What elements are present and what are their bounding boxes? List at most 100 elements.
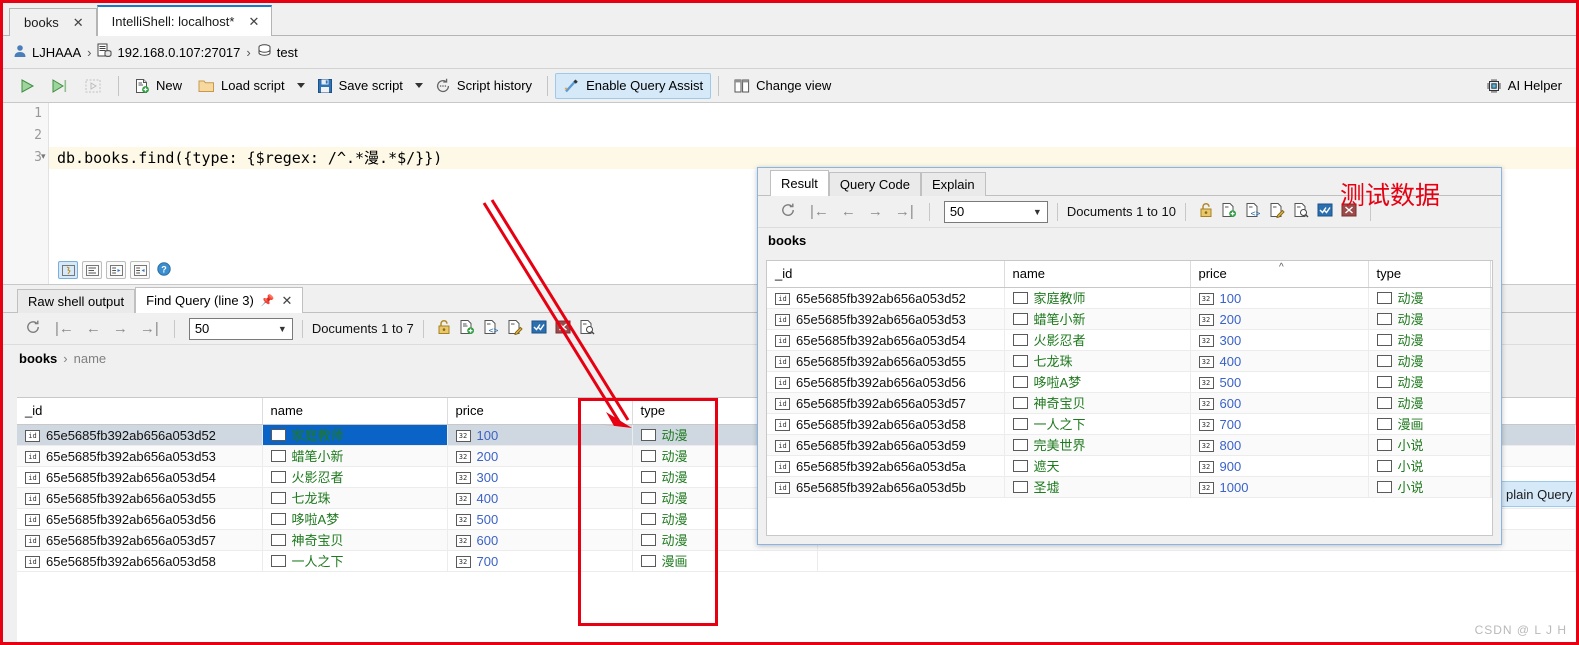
table-cell-price[interactable]: 32 100	[1190, 287, 1369, 309]
table-cell-type[interactable]: 动漫	[1368, 350, 1491, 372]
table-cell-name[interactable]: 蜡笔小新	[1004, 308, 1191, 330]
table-cell-name[interactable]: 七龙珠	[262, 487, 448, 509]
table-cell-name[interactable]: 哆啦A梦	[262, 508, 448, 530]
table-cell-_id[interactable]: id 65e5685fb392ab656a053d58	[767, 413, 1005, 435]
lock-icon[interactable]	[1195, 202, 1217, 221]
close-icon[interactable]: ✕	[73, 16, 84, 29]
first-page-icon[interactable]: |←	[804, 203, 835, 220]
table-cell-type[interactable]: 漫画	[632, 550, 818, 572]
table-cell-price[interactable]: 32 700	[447, 550, 633, 572]
result-float-window[interactable]: Result Query Code Explain |← ← → →| 50 ▼	[757, 167, 1502, 545]
table-cell-price[interactable]: 32 300	[1190, 329, 1369, 351]
table-cell-name[interactable]: 神奇宝贝	[1004, 392, 1191, 414]
align-left-icon[interactable]	[82, 261, 102, 279]
breadcrumb-collection[interactable]: books	[19, 351, 57, 366]
table-cell-price[interactable]: 32 300	[447, 466, 633, 488]
tab-explain[interactable]: Explain	[920, 172, 986, 196]
help-icon[interactable]: ?	[157, 261, 171, 279]
change-view-button[interactable]: Change view	[726, 73, 839, 99]
table-cell-name[interactable]: 一人之下	[1004, 413, 1191, 435]
table-row[interactable]: id 65e5685fb392ab656a053d52 家庭教师 32 100 动漫	[767, 287, 1492, 309]
table-row[interactable]: id 65e5685fb392ab656a053d59 完美世界 32 800 小说	[767, 434, 1492, 456]
table-cell-type[interactable]: 漫画	[1368, 413, 1491, 435]
table-cell-_id[interactable]: id 65e5685fb392ab656a053d57	[17, 529, 263, 551]
step-button[interactable]	[77, 73, 111, 99]
tab-find-query[interactable]: Find Query (line 3) 📌 ✕	[135, 287, 304, 313]
table-cell-_id[interactable]: id 65e5685fb392ab656a053d5a	[767, 455, 1005, 477]
column-header-id[interactable]: _id	[17, 398, 263, 425]
last-page-icon[interactable]: →|	[889, 203, 920, 220]
table-cell-_id[interactable]: id 65e5685fb392ab656a053d56	[767, 371, 1005, 393]
table-row[interactable]: id 65e5685fb392ab656a053d5a 遮天 32 900 小说	[767, 455, 1492, 477]
find-document-icon[interactable]	[575, 319, 599, 338]
column-header-price[interactable]: price	[447, 398, 633, 425]
breadcrumb-database[interactable]: test	[277, 45, 298, 60]
table-cell-name[interactable]: 一人之下	[262, 550, 448, 572]
load-script-button[interactable]: Load script	[190, 73, 293, 99]
table-cell-price[interactable]: 32 500	[447, 508, 633, 530]
column-header-id[interactable]: _id	[767, 261, 1005, 288]
prev-page-icon[interactable]: ←	[80, 320, 107, 337]
refresh-icon[interactable]	[772, 202, 804, 221]
table-cell-type[interactable]: 动漫	[1368, 308, 1491, 330]
table-cell-name[interactable]: 家庭教师	[262, 424, 448, 446]
indent-left-icon[interactable]	[130, 261, 150, 279]
table-cell-name[interactable]: 哆啦A梦	[1004, 371, 1191, 393]
breadcrumb-field[interactable]: name	[74, 351, 107, 366]
table-cell-name[interactable]: 神奇宝贝	[262, 529, 448, 551]
script-history-button[interactable]: Script history	[427, 73, 540, 99]
table-cell-_id[interactable]: id 65e5685fb392ab656a053d58	[17, 550, 263, 572]
table-cell-name[interactable]: 七龙珠	[1004, 350, 1191, 372]
close-icon[interactable]: ✕	[248, 15, 259, 28]
table-cell-type[interactable]: 小说	[1368, 476, 1491, 498]
table-cell-price[interactable]: 32 1000	[1190, 476, 1369, 498]
tab-intellishell[interactable]: IntelliShell: localhost* ✕	[96, 5, 273, 36]
table-row[interactable]: id 65e5685fb392ab656a053d56 哆啦A梦 32 500 动漫	[767, 371, 1492, 393]
table-cell-_id[interactable]: id 65e5685fb392ab656a053d54	[17, 466, 263, 488]
table-cell-type[interactable]: 动漫	[1368, 287, 1491, 309]
tab-result[interactable]: Result	[770, 170, 829, 196]
chevron-down-icon[interactable]: ▼	[1033, 207, 1042, 217]
table-cell-price[interactable]: 32 200	[447, 445, 633, 467]
tab-books[interactable]: books ✕	[9, 8, 97, 36]
column-header-name[interactable]: name	[262, 398, 448, 425]
table-cell-price[interactable]: 32 800	[1190, 434, 1369, 456]
view-json-icon[interactable]: <>	[479, 319, 503, 338]
table-cell-price[interactable]: 32 100	[447, 424, 633, 446]
tab-raw-shell-output[interactable]: Raw shell output	[17, 289, 136, 313]
first-page-icon[interactable]: |←	[49, 320, 80, 337]
result-data-grid[interactable]: _id name price ^ type id 65e5685fb392ab65…	[766, 260, 1493, 536]
table-cell-_id[interactable]: id 65e5685fb392ab656a053d52	[767, 287, 1005, 309]
close-icon[interactable]: ✕	[281, 293, 292, 309]
plain-query-button[interactable]: plain Query	[1499, 481, 1576, 507]
next-page-icon[interactable]: →	[862, 203, 889, 220]
run-button[interactable]	[11, 73, 43, 99]
table-cell-_id[interactable]: id 65e5685fb392ab656a053d52	[17, 424, 263, 446]
table-cell-price[interactable]: 32 500	[1190, 371, 1369, 393]
edit-document-icon[interactable]	[503, 319, 527, 338]
table-cell-name[interactable]: 火影忍者	[1004, 329, 1191, 351]
view-json-icon[interactable]: <>	[1241, 202, 1265, 221]
table-cell-name[interactable]: 遮天	[1004, 455, 1191, 477]
enable-query-assist-button[interactable]: Enable Query Assist	[555, 72, 712, 99]
edit-document-icon[interactable]	[1265, 202, 1289, 221]
table-cell-price[interactable]: 32 600	[1190, 392, 1369, 414]
column-header-price[interactable]: price ^	[1190, 261, 1369, 288]
table-cell-price[interactable]: 32 900	[1190, 455, 1369, 477]
table-cell-name[interactable]: 蜡笔小新	[262, 445, 448, 467]
table-cell-_id[interactable]: id 65e5685fb392ab656a053d53	[767, 308, 1005, 330]
table-cell-_id[interactable]: id 65e5685fb392ab656a053d57	[767, 392, 1005, 414]
tab-query-code[interactable]: Query Code	[828, 172, 921, 196]
commit-icon[interactable]	[1313, 202, 1337, 221]
table-cell-_id[interactable]: id 65e5685fb392ab656a053d53	[17, 445, 263, 467]
save-script-button[interactable]: Save script	[309, 73, 411, 99]
chevron-down-icon[interactable]: ▼	[278, 324, 287, 334]
find-document-icon[interactable]	[1289, 202, 1313, 221]
table-cell-type[interactable]: 动漫	[1368, 329, 1491, 351]
column-header-name[interactable]: name	[1004, 261, 1191, 288]
chevron-down-icon[interactable]	[296, 83, 305, 88]
new-button[interactable]: New	[126, 73, 190, 99]
table-cell-_id[interactable]: id 65e5685fb392ab656a053d59	[767, 434, 1005, 456]
table-cell-name[interactable]: 圣墟	[1004, 476, 1191, 498]
column-header-type[interactable]: type	[1368, 261, 1491, 288]
